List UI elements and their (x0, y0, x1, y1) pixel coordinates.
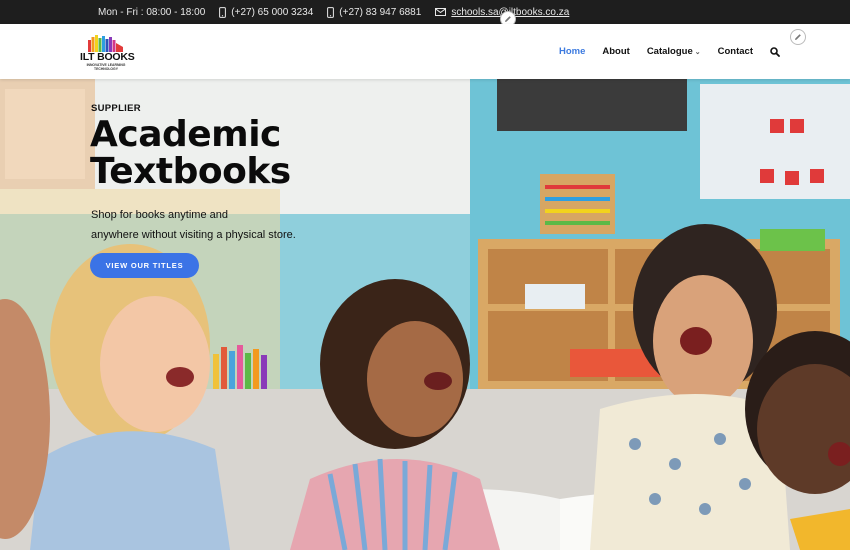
hero-title-line-1: Academic (90, 114, 281, 155)
phone-number-1[interactable]: (+27) 65 000 3234 (231, 7, 313, 18)
hero-overline: SUPPLIER (91, 103, 141, 114)
logo-tagline: INNOVATIVE LEARNING TECHNOLOGY (86, 63, 126, 71)
books-logo-graphic (88, 35, 123, 52)
nav-home[interactable]: Home (559, 46, 585, 57)
hero-description-line-2: anywhere without visiting a physical sto… (91, 229, 296, 241)
edit-pencil-icon[interactable] (790, 29, 806, 45)
top-info-bar: Mon - Fri : 08:00 - 18:00 (+27) 65 000 3… (0, 0, 850, 27)
site-header: ILT BOOKS INNOVATIVE LEARNING TECHNOLOGY… (0, 24, 850, 79)
nav-catalogue-label: Catalogue (646, 46, 693, 57)
view-our-titles-button[interactable]: VIEW OUR TITLES (90, 253, 199, 278)
phone-number-2[interactable]: (+27) 83 947 6881 (339, 7, 421, 18)
nav-about[interactable]: About (602, 46, 629, 57)
chevron-down-icon: ⌄ (694, 49, 701, 56)
hero-description-line-1: Shop for books anytime and (91, 209, 228, 221)
business-hours: Mon - Fri : 08:00 - 18:00 (98, 6, 206, 18)
search-icon[interactable] (770, 46, 780, 57)
mail-icon (435, 8, 447, 16)
hero-title-line-2: Textbooks (90, 151, 291, 192)
mobile-phone-icon (219, 6, 227, 18)
main-navigation: Home About Catalogue ⌄ Contact (542, 24, 780, 79)
hero-banner: SUPPLIER Academic Textbooks Shop for boo… (0, 79, 850, 550)
hero-description: Shop for books anytime and anywhere with… (91, 205, 321, 245)
nav-contact[interactable]: Contact (718, 46, 753, 57)
ilt-books-logo[interactable]: ILT BOOKS INNOVATIVE LEARNING TECHNOLOGY (80, 33, 135, 73)
logo-wordmark: ILT BOOKS (80, 51, 135, 63)
hero-title: Academic Textbooks (90, 116, 291, 190)
mobile-phone-icon (327, 6, 335, 18)
nav-catalogue[interactable]: Catalogue ⌄ (647, 46, 701, 57)
